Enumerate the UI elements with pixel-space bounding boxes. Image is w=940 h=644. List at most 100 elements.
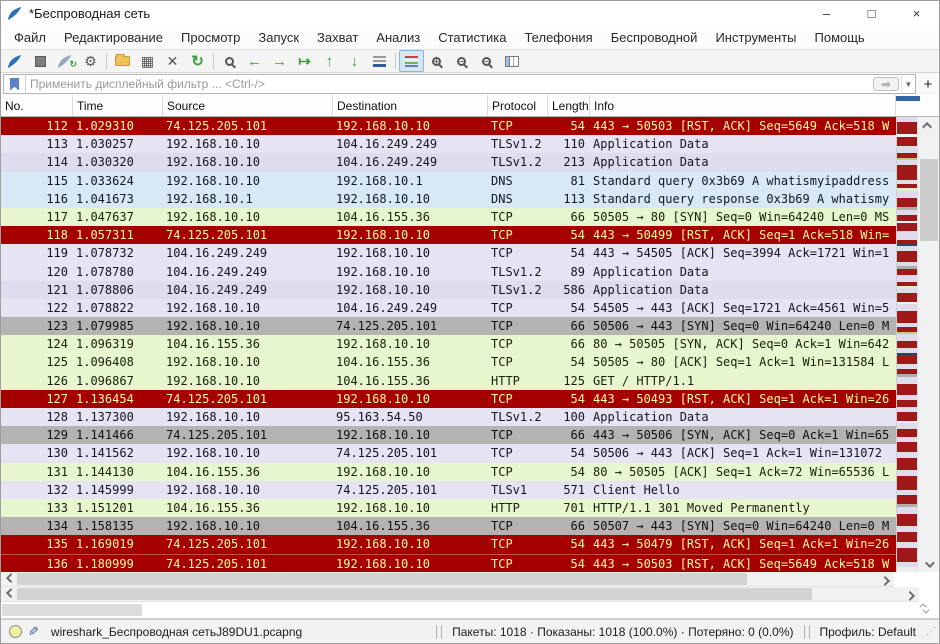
horizontal-scroll-thumb[interactable] — [17, 573, 747, 585]
packet-row-120[interactable]: 1201.078780104.16.249.249192.168.10.10TL… — [1, 263, 896, 281]
scroll-left-arrow[interactable] — [1, 587, 17, 601]
zoom-out-icon[interactable]: − — [449, 50, 474, 72]
capture-options-icon[interactable]: ⚙ — [78, 50, 103, 72]
resize-grip[interactable]: ⋰ — [926, 626, 935, 637]
menu-инструменты[interactable]: Инструменты — [706, 27, 805, 48]
pane-spin-buttons[interactable] — [922, 603, 927, 614]
scroll-left-arrow[interactable] — [1, 572, 17, 586]
column-header-time[interactable]: Time — [73, 95, 163, 116]
zoom-in-icon[interactable]: + — [424, 50, 449, 72]
packet-row-123[interactable]: 1231.079985192.168.10.1074.125.205.101TC… — [1, 317, 896, 335]
save-file-icon[interactable]: ▦ — [135, 50, 160, 72]
packet-row-134[interactable]: 1341.158135192.168.10.10104.16.155.36TCP… — [1, 517, 896, 535]
capture-comment-icon[interactable]: ✎ — [28, 624, 39, 640]
collapsed-scroll-thumb[interactable] — [2, 604, 142, 616]
scroll-up-arrow[interactable] — [918, 117, 939, 133]
packet-row-121[interactable]: 1211.078806104.16.249.249192.168.10.10TL… — [1, 281, 896, 299]
menu-телефония[interactable]: Телефония — [515, 27, 601, 48]
packet-row-128[interactable]: 1281.137300192.168.10.1095.163.54.50TLSv… — [1, 408, 896, 426]
packet-row-131[interactable]: 1311.144130104.16.155.36192.168.10.10TCP… — [1, 463, 896, 481]
filter-dropdown-caret[interactable]: ▼ — [901, 76, 915, 92]
scroll-right-arrow[interactable] — [878, 572, 894, 586]
intelligent-scrollbar-minimap[interactable] — [896, 117, 917, 572]
cell-destination: 104.16.155.36 — [333, 517, 488, 535]
menu-редактирование[interactable]: Редактирование — [55, 27, 172, 48]
packet-row-113[interactable]: 1131.030257192.168.10.10104.16.249.249TL… — [1, 135, 896, 153]
minimize-button[interactable]: – — [804, 1, 849, 25]
scroll-down-arrow[interactable] — [918, 556, 939, 572]
colorize-icon[interactable] — [399, 50, 424, 72]
cell-protocol: TCP — [488, 517, 548, 535]
packet-row-124[interactable]: 1241.096319104.16.155.36192.168.10.10TCP… — [1, 335, 896, 353]
menu-bar: ФайлРедактированиеПросмотрЗапускЗахватАн… — [1, 25, 939, 49]
menu-запуск[interactable]: Запуск — [249, 27, 308, 48]
start-capture-icon[interactable] — [3, 50, 28, 72]
cell-protocol: DNS — [488, 190, 548, 208]
packet-row-118[interactable]: 1181.05731174.125.205.101192.168.10.10TC… — [1, 226, 896, 244]
expert-info-icon[interactable] — [9, 625, 22, 638]
horizontal-scroll-thumb[interactable] — [17, 588, 812, 600]
packet-row-125[interactable]: 1251.096408192.168.10.10104.16.155.36TCP… — [1, 353, 896, 371]
packet-row-126[interactable]: 1261.096867192.168.10.10104.16.155.36HTT… — [1, 372, 896, 390]
menu-захват[interactable]: Захват — [308, 27, 367, 48]
cell-protocol: TCP — [488, 317, 548, 335]
menu-просмотр[interactable]: Просмотр — [172, 27, 249, 48]
packet-row-129[interactable]: 1291.14146674.125.205.101192.168.10.10TC… — [1, 426, 896, 444]
menu-анализ[interactable]: Анализ — [367, 27, 429, 48]
reload-file-icon[interactable]: ↻ — [185, 50, 210, 72]
cell-info: Standard query response 0x3b69 A whatism… — [590, 190, 896, 208]
packet-row-114[interactable]: 1141.030320192.168.10.10104.16.249.249TL… — [1, 153, 896, 171]
goto-packet-icon[interactable]: ↦ — [292, 50, 317, 72]
vertical-scrollbar[interactable] — [917, 117, 939, 572]
horizontal-scrollbar-list[interactable] — [1, 572, 894, 587]
zoom-reset-icon[interactable]: − — [474, 50, 499, 72]
packet-row-127[interactable]: 1271.13645474.125.205.101192.168.10.10TC… — [1, 390, 896, 408]
packet-row-116[interactable]: 1161.041673192.168.10.1192.168.10.10DNS1… — [1, 190, 896, 208]
collapsed-pane-scrollbar[interactable] — [1, 602, 939, 619]
resize-columns-icon[interactable] — [499, 50, 524, 72]
menu-статистика[interactable]: Статистика — [429, 27, 515, 48]
close-file-icon[interactable]: ✕ — [160, 50, 185, 72]
menu-беспроводной[interactable]: Беспроводной — [602, 27, 707, 48]
packet-row-133[interactable]: 1331.151201104.16.155.36192.168.10.10HTT… — [1, 499, 896, 517]
packet-row-115[interactable]: 1151.033624192.168.10.10192.168.10.1DNS8… — [1, 172, 896, 190]
open-file-icon[interactable] — [110, 50, 135, 72]
packet-row-112[interactable]: 1121.02931074.125.205.101192.168.10.10TC… — [1, 117, 896, 135]
previous-packet-icon[interactable]: ← — [242, 50, 267, 72]
find-packet-icon[interactable] — [217, 50, 242, 72]
horizontal-scrollbar-detail[interactable] — [1, 587, 919, 602]
packet-row-117[interactable]: 1171.047637192.168.10.10104.16.155.36TCP… — [1, 208, 896, 226]
maximize-button[interactable]: □ — [849, 1, 894, 25]
first-packet-icon[interactable]: ↑ — [317, 50, 342, 72]
menu-файл[interactable]: Файл — [5, 27, 55, 48]
packet-row-132[interactable]: 1321.145999192.168.10.1074.125.205.101TL… — [1, 481, 896, 499]
display-filter-input[interactable] — [26, 76, 873, 92]
autoscroll-icon[interactable] — [367, 50, 392, 72]
packet-row-130[interactable]: 1301.141562192.168.10.1074.125.205.101TC… — [1, 444, 896, 462]
next-packet-icon[interactable]: → — [267, 50, 292, 72]
column-header-length[interactable]: Length — [548, 95, 590, 116]
menu-помощь[interactable]: Помощь — [806, 27, 874, 48]
cell-no: 117 — [1, 208, 73, 226]
column-header-source[interactable]: Source — [163, 95, 333, 116]
profile-label[interactable]: Профиль: Default — [812, 625, 925, 639]
column-header-destination[interactable]: Destination — [333, 95, 488, 116]
last-packet-icon[interactable]: ↓ — [342, 50, 367, 72]
column-header-protocol[interactable]: Protocol — [488, 95, 548, 116]
column-header-info[interactable]: Info — [590, 95, 896, 116]
main-toolbar: ↻⚙▦✕↻←→↦↑↓+−− — [1, 49, 939, 73]
scroll-right-arrow[interactable] — [903, 587, 919, 601]
packet-row-122[interactable]: 1221.078822192.168.10.10104.16.249.249TC… — [1, 299, 896, 317]
apply-filter-button[interactable]: ➡ — [873, 77, 899, 91]
cell-destination: 104.16.249.249 — [333, 299, 488, 317]
packet-row-135[interactable]: 1351.16901974.125.205.101192.168.10.10TC… — [1, 535, 896, 553]
filter-bookmark-button[interactable] — [4, 75, 26, 93]
add-filter-button[interactable]: + — [919, 75, 937, 93]
close-button[interactable]: × — [894, 1, 939, 25]
column-header-no[interactable]: No. — [1, 95, 73, 116]
restart-capture-icon[interactable]: ↻ — [53, 50, 78, 72]
packet-row-119[interactable]: 1191.078732104.16.249.249192.168.10.10TC… — [1, 244, 896, 262]
vertical-scroll-thumb[interactable] — [920, 159, 938, 241]
stop-capture-icon[interactable] — [28, 50, 53, 72]
packet-row-136[interactable]: 1361.18099974.125.205.101192.168.10.10TC… — [1, 554, 896, 572]
